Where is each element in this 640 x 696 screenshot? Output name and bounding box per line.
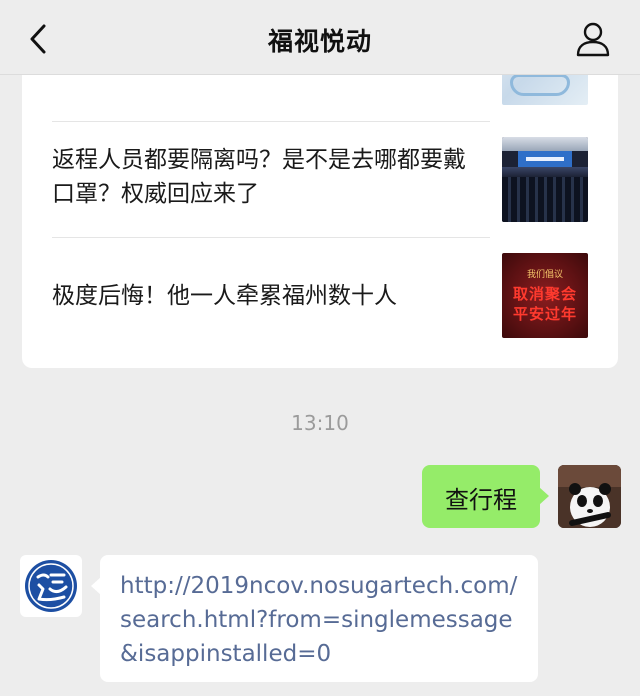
mask-icon (510, 74, 570, 96)
nav-bar: 福视悦动 (0, 0, 640, 75)
message-timestamp: 13:10 (291, 411, 349, 435)
poster-thumbnail: 我们倡议 取消聚会 平安过年 (502, 253, 588, 338)
message-link[interactable]: http://2019ncov.nosugartech.com/search.h… (120, 569, 524, 671)
bot-avatar[interactable] (20, 555, 82, 617)
received-message-bubble: http://2019ncov.nosugartech.com/search.h… (91, 555, 538, 682)
article-item[interactable]: 极度后悔！他一人牵累福州数十人 我们倡议 取消聚会 平安过年 (52, 253, 618, 343)
sent-message-bubble[interactable]: 查行程 (422, 465, 549, 528)
meeting-thumbnail (502, 137, 588, 222)
person-icon[interactable] (574, 20, 612, 58)
thumb-ceiling (502, 137, 588, 151)
divider (52, 121, 490, 122)
article-card: 返程人员都要隔离吗？是不是去哪都要戴口罩？权威回应来了 极度后悔！他一人牵累福州… (22, 40, 618, 368)
thumb-crowd (502, 177, 588, 222)
article-item[interactable]: 返程人员都要隔离吗？是不是去哪都要戴口罩？权威回应来了 (52, 137, 618, 227)
page-title: 福视悦动 (267, 27, 372, 56)
panda-avatar-icon (558, 465, 621, 528)
service-logo-icon (25, 560, 77, 612)
divider (52, 237, 490, 238)
sent-message-text: 查行程 (445, 486, 517, 514)
thumb-glow (502, 167, 588, 177)
article-title: 极度后悔！他一人牵累福州数十人 (52, 283, 397, 309)
article-title: 返程人员都要隔离吗？是不是去哪都要戴口罩？权威回应来了 (52, 147, 466, 207)
thumb-text: 我们倡议 (526, 270, 563, 280)
thumb-text: 取消聚会 (512, 285, 577, 303)
thumb-text: 平安过年 (512, 305, 577, 323)
my-avatar[interactable] (558, 465, 621, 528)
